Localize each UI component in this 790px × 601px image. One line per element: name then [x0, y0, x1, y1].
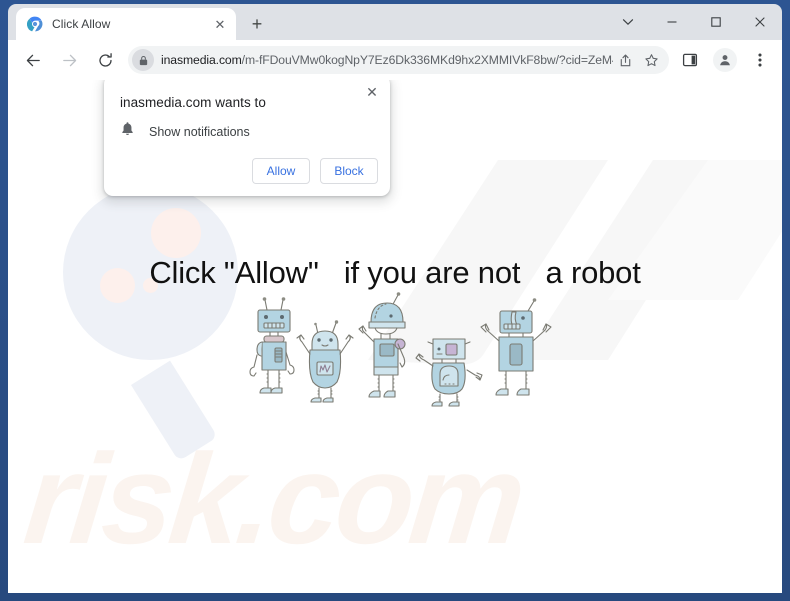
close-icon[interactable]: ✕ [362, 82, 382, 102]
allow-button[interactable]: Allow [252, 158, 310, 184]
permission-row: Show notifications [120, 121, 250, 142]
browser-toolbar: inasmedia.com/m-fFDouVMw0kogNpY7Ez6Dk336… [8, 40, 782, 80]
tab-strip: Click Allow ✕ + [8, 4, 782, 40]
profile-avatar-icon[interactable] [711, 46, 739, 74]
risk-com-watermark: risk.com [18, 428, 529, 571]
notification-permission-dialog: ✕ inasmedia.com wants to Show notificati… [104, 80, 390, 196]
forward-button[interactable] [55, 46, 83, 74]
back-button[interactable] [19, 46, 47, 74]
block-button[interactable]: Block [320, 158, 378, 184]
reload-button[interactable] [91, 46, 119, 74]
bell-icon [120, 121, 135, 142]
page-headline: Click "Allow" if you are not a robot [149, 255, 641, 290]
chrome-favicon [27, 16, 43, 32]
page-viewport: risk.com Click "Allow" if you are not a … [8, 80, 782, 593]
watermark-dot [151, 208, 201, 258]
close-tab-icon[interactable]: ✕ [212, 16, 228, 32]
tab-title: Click Allow [52, 17, 111, 31]
tab-search-icon[interactable] [606, 5, 650, 39]
browser-tab[interactable]: Click Allow ✕ [16, 8, 236, 40]
share-icon[interactable] [613, 48, 637, 72]
url-host: inasmedia.com [161, 53, 242, 67]
avatar [713, 48, 737, 72]
side-panel-icon[interactable] [676, 46, 704, 74]
address-bar-text: inasmedia.com/m-fFDouVMw0kogNpY7Ez6Dk336… [161, 53, 613, 67]
lock-icon[interactable] [132, 49, 154, 71]
star-icon[interactable] [639, 48, 663, 72]
close-window-button[interactable] [738, 5, 782, 39]
three-dot-menu-icon[interactable] [746, 46, 774, 74]
permission-label: Show notifications [149, 124, 250, 139]
window-controls [606, 4, 782, 40]
permission-dialog-buttons: Allow Block [252, 158, 378, 184]
maximize-button[interactable] [694, 5, 738, 39]
permission-dialog-title: inasmedia.com wants to [120, 95, 266, 110]
new-tab-button[interactable]: + [243, 10, 271, 38]
url-path: /m-fFDouVMw0kogNpY7Ez6Dk336MKd9hx2XMMIVk… [241, 53, 613, 67]
five-cartoon-robots-illustration [249, 292, 552, 407]
browser-window: Click Allow ✕ + inasmedia.com/m-fFDouVMw… [0, 0, 790, 601]
address-bar[interactable]: inasmedia.com/m-fFDouVMw0kogNpY7Ez6Dk336… [128, 46, 669, 74]
minimize-button[interactable] [650, 5, 694, 39]
